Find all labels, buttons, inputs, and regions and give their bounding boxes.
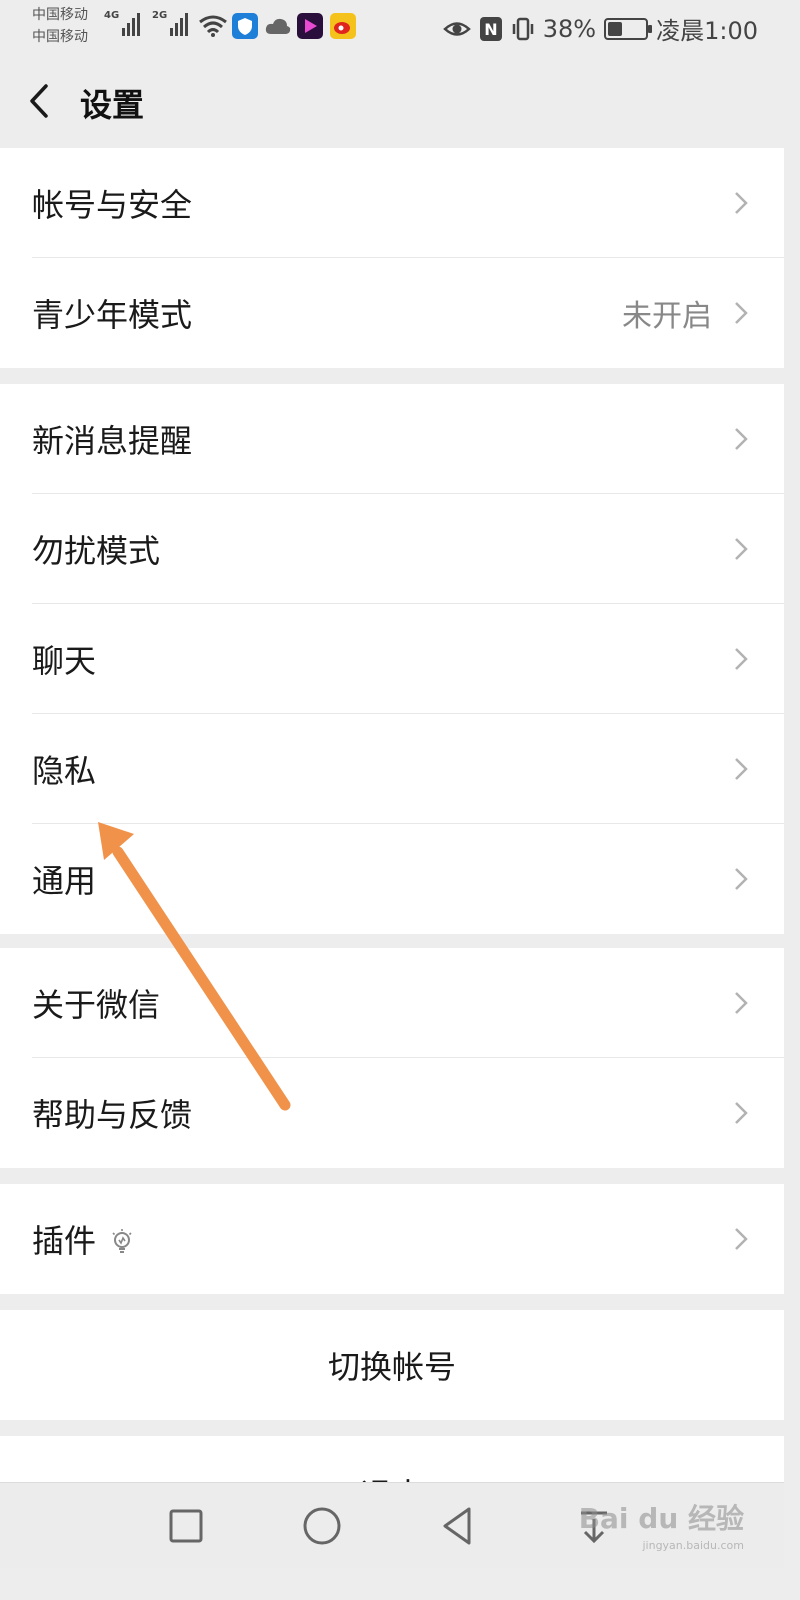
settings-item-label: 帮助与反馈: [32, 1096, 193, 1134]
lightbulb-icon: [112, 1229, 132, 1253]
settings-item-account-security[interactable]: 帐号与安全: [0, 148, 784, 258]
vibrate-icon: [512, 17, 533, 40]
chevron-right-icon: [735, 538, 748, 560]
watermark-url: jingyan.baidu.com: [642, 1539, 744, 1552]
settings-group-account: 帐号与安全 青少年模式 未开启: [0, 148, 784, 368]
settings-item-label: 插件: [32, 1216, 134, 1262]
settings-item-help-feedback[interactable]: 帮助与反馈: [0, 1058, 784, 1168]
logout-button[interactable]: 退出: [0, 1436, 784, 1482]
chevron-right-icon: [735, 1102, 748, 1124]
settings-item-plugins[interactable]: 插件: [0, 1184, 784, 1294]
chevron-right-icon: [735, 758, 748, 780]
page-title: 设置: [80, 86, 145, 124]
logout-label: 退出: [0, 1470, 784, 1482]
status-bar: 中国移动 中国移动 4G 2G N 38% 凌晨1:00: [0, 0, 784, 56]
chevron-left-icon: [30, 84, 48, 118]
nfc-icon: N: [479, 16, 502, 41]
status-right: N 38% 凌晨1:00: [442, 11, 758, 46]
watermark: Bai du 经验: [578, 1502, 744, 1535]
signal-2g-icon: 2G: [152, 10, 189, 36]
clock: 凌晨1:00: [656, 17, 758, 45]
chevron-right-icon: [735, 302, 748, 324]
svg-text:N: N: [484, 20, 497, 39]
battery-fill: [608, 21, 623, 36]
wifi-icon: [199, 15, 227, 37]
back-nav-button[interactable]: [435, 1503, 481, 1549]
switch-account-group: 切换帐号: [0, 1310, 784, 1420]
video-app-icon: [297, 13, 323, 39]
settings-item-label: 勿扰模式: [32, 532, 161, 570]
battery-percent: 38%: [542, 14, 597, 43]
home-button[interactable]: [299, 1503, 345, 1549]
signal-4g-icon: 4G: [104, 10, 141, 36]
switch-account-label: 切换帐号: [327, 1348, 456, 1386]
settings-item-chat[interactable]: 聊天: [0, 604, 784, 714]
carrier-2: 中国移动: [32, 29, 88, 45]
chevron-right-icon: [735, 992, 748, 1014]
eye-comfort-icon: [442, 21, 471, 36]
settings-item-label: 帐号与安全: [32, 186, 193, 224]
plugins-label: 插件: [32, 1222, 97, 1260]
settings-item-do-not-disturb[interactable]: 勿扰模式: [0, 494, 784, 604]
circle-icon: [303, 1507, 341, 1545]
recent-apps-button[interactable]: [163, 1503, 209, 1549]
chevron-right-icon: [735, 868, 748, 890]
settings-item-about-wechat[interactable]: 关于微信: [0, 948, 784, 1058]
settings-item-label: 青少年模式: [32, 296, 193, 334]
title-bar: 设置: [0, 56, 784, 148]
shield-app-icon: [232, 13, 258, 39]
chevron-right-icon: [735, 648, 748, 670]
switch-account-button[interactable]: 切换帐号: [0, 1310, 784, 1420]
carrier-1: 中国移动: [32, 7, 88, 23]
weibo-icon: [330, 13, 356, 39]
cloud-icon: [265, 18, 291, 34]
chevron-right-icon: [735, 428, 748, 450]
triangle-back-icon: [443, 1507, 471, 1545]
settings-group-general: 新消息提醒 勿扰模式 聊天 隐私 通用: [0, 384, 784, 934]
battery-icon: [604, 17, 653, 40]
settings-item-label: 通用: [32, 862, 97, 900]
settings-group-about: 关于微信 帮助与反馈: [0, 948, 784, 1168]
chevron-right-icon: [735, 1228, 748, 1250]
settings-group-plugins: 插件: [0, 1184, 784, 1294]
settings-item-label: 新消息提醒: [32, 422, 193, 460]
carrier-names: 中国移动 中国移动: [32, 4, 88, 48]
settings-item-notifications[interactable]: 新消息提醒: [0, 384, 784, 494]
settings-item-label: 聊天: [32, 642, 97, 680]
settings-item-teen-mode[interactable]: 青少年模式 未开启: [0, 258, 784, 368]
square-icon: [169, 1509, 203, 1543]
settings-item-label: 隐私: [32, 752, 97, 790]
settings-item-label: 关于微信: [32, 986, 161, 1024]
settings-item-general[interactable]: 通用: [0, 824, 784, 934]
chevron-right-icon: [735, 192, 748, 214]
back-button[interactable]: [20, 76, 64, 126]
settings-item-privacy[interactable]: 隐私: [0, 714, 784, 824]
system-navigation-bar: Bai du 经验 jingyan.baidu.com: [0, 1482, 784, 1568]
teen-mode-status: 未开启: [622, 299, 712, 334]
